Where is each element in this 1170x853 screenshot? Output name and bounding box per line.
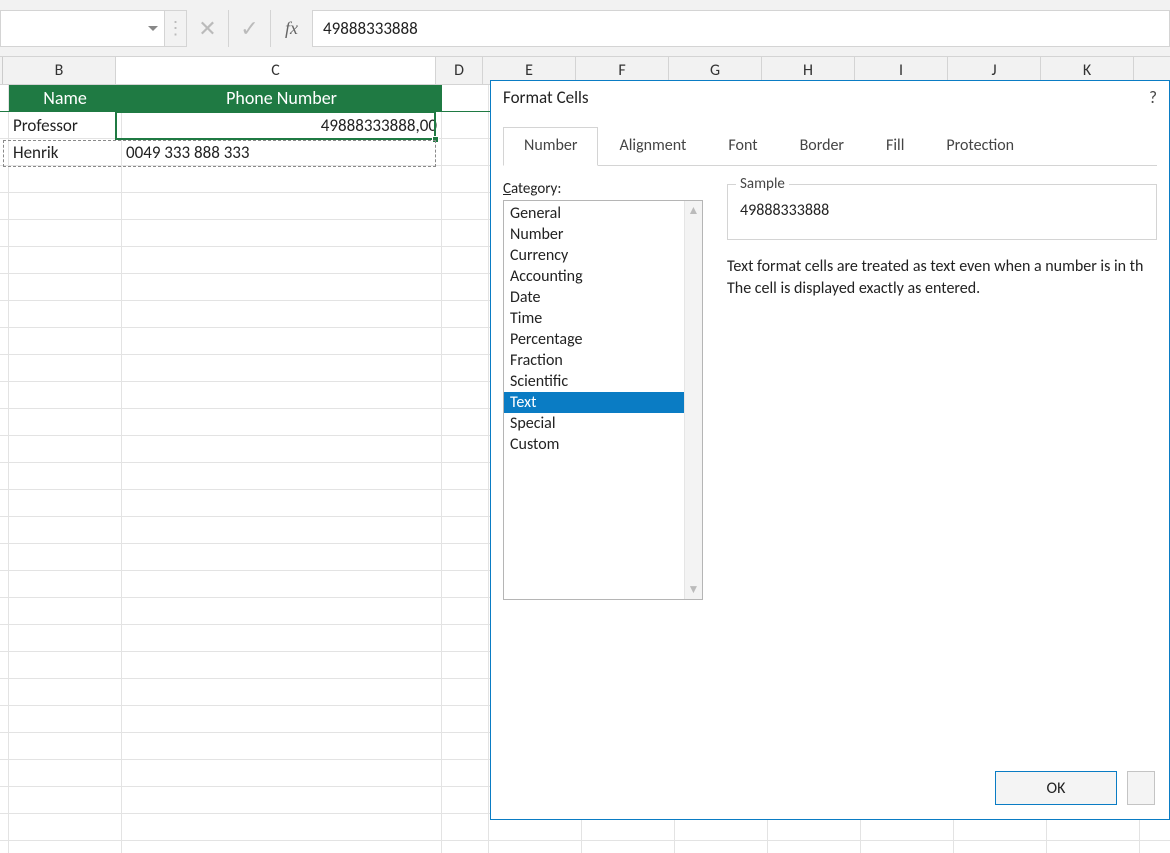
sample-value: 49888333888 [740,201,1144,220]
sample-box: Sample 49888333888 [727,184,1157,240]
namebox-separator: ⋮ [165,10,187,47]
scroll-down-icon[interactable]: ▼ [688,580,700,599]
list-item[interactable]: Special [504,413,684,434]
sheet-row-empty [0,841,1170,853]
list-item[interactable]: Currency [504,245,684,266]
help-icon[interactable]: ? [1149,87,1157,117]
column-header-D[interactable]: D [436,57,483,84]
list-item[interactable]: Date [504,287,684,308]
tab-border[interactable]: Border [779,127,865,165]
column-header-C[interactable]: C [116,57,436,84]
column-header-B[interactable]: B [3,57,116,84]
formula-bar: ⋮ ✕ ✓ fx 49888333888 [0,0,1170,57]
formula-value: 49888333888 [323,18,418,39]
format-description: Text format cells are treated as text ev… [727,256,1157,299]
caret-down-icon [148,26,158,31]
list-item[interactable]: Fraction [504,350,684,371]
dialog-titlebar[interactable]: Format Cells ? [491,81,1169,117]
cell-b3[interactable]: Henrik [9,139,122,165]
formula-input[interactable]: 49888333888 [313,10,1170,47]
format-cells-dialog: Format Cells ? Number Alignment Font Bor… [490,80,1170,820]
tab-protection[interactable]: Protection [925,127,1035,165]
list-item[interactable]: Time [504,308,684,329]
list-item[interactable]: Text [504,392,684,413]
cancel-button-partial[interactable] [1127,771,1155,805]
cell-c2[interactable]: 49888333888,00 [122,112,442,138]
dialog-title: Format Cells [503,87,589,117]
list-item[interactable]: General [504,203,684,224]
category-listbox[interactable]: GeneralNumberCurrencyAccountingDateTimeP… [503,200,703,600]
list-item[interactable]: Accounting [504,266,684,287]
tab-strip: Number Alignment Font Border Fill Protec… [503,127,1157,166]
scrollbar[interactable]: ▲ ▼ [684,201,702,599]
list-item[interactable]: Percentage [504,329,684,350]
dialog-buttons: OK [995,771,1155,805]
list-item[interactable]: Custom [504,434,684,455]
tab-alignment[interactable]: Alignment [598,127,707,165]
tab-font[interactable]: Font [707,127,778,165]
accept-icon[interactable]: ✓ [229,10,271,47]
cell-c1[interactable]: Phone Number [122,85,442,111]
cancel-icon[interactable]: ✕ [187,10,229,47]
list-item[interactable]: Scientific [504,371,684,392]
tab-number[interactable]: Number [503,127,598,166]
cell-c3[interactable]: 0049 333 888 333 [122,139,442,165]
tab-fill[interactable]: Fill [865,127,925,165]
scroll-up-icon[interactable]: ▲ [688,201,700,220]
dialog-body: Category: GeneralNumberCurrencyAccountin… [491,166,1169,600]
fx-icon[interactable]: fx [271,10,313,47]
name-box[interactable] [0,10,165,47]
cell-b2[interactable]: Professor [9,112,122,138]
sample-label: Sample [736,175,789,193]
category-label: Category: [503,180,703,198]
cell-b1[interactable]: Name [9,85,122,111]
ok-button[interactable]: OK [995,771,1117,805]
list-item[interactable]: Number [504,224,684,245]
